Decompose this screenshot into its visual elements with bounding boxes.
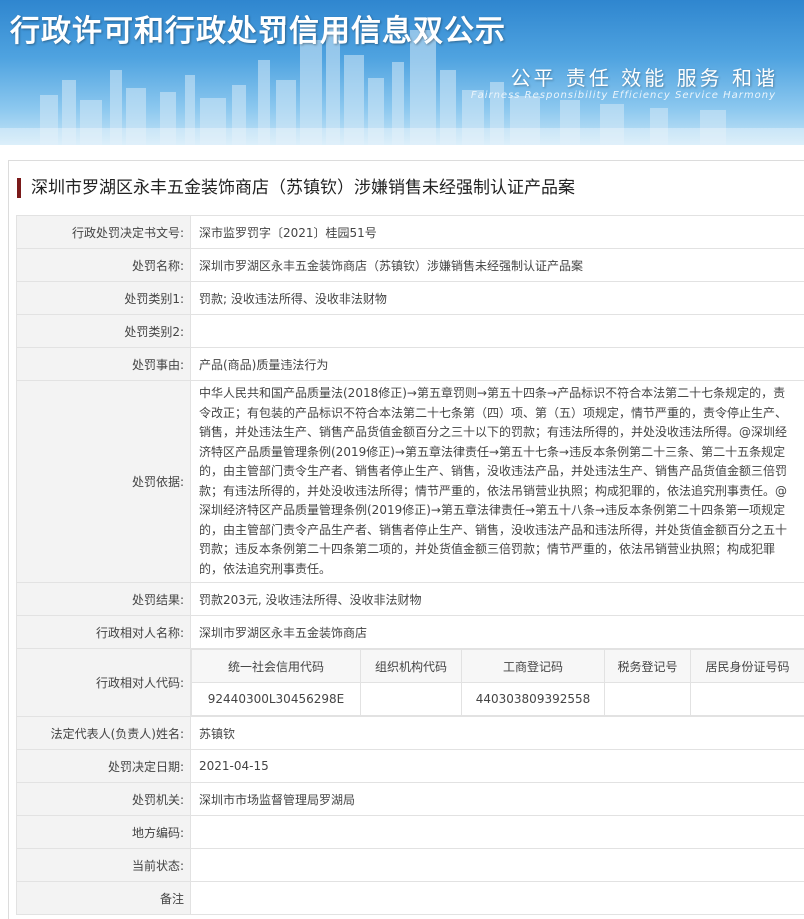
status-value (191, 849, 804, 882)
authority-label: 处罚机关: (17, 783, 191, 816)
uscc-value: 92440300L30456298E (192, 683, 361, 716)
decision-no-value: 深市监罗罚字〔2021〕桂园51号 (191, 216, 804, 249)
table-row: 地方编码: (17, 816, 804, 849)
table-row: 处罚决定日期: 2021-04-15 (17, 750, 804, 783)
result-label: 处罚结果: (17, 583, 191, 616)
party-code-cell: 统一社会信用代码 组织机构代码 工商登记码 税务登记号 居民身份证号码 9244… (191, 649, 804, 717)
table-row: 行政相对人代码: 统一社会信用代码 组织机构代码 工商登记码 税务登记号 居民身… (17, 649, 804, 717)
table-row: 法定代表人(负责人)姓名: 苏镇钦 (17, 717, 804, 750)
category2-value (191, 315, 804, 348)
cause-label: 处罚事由: (17, 348, 191, 381)
table-row: 处罚名称: 深圳市罗湖区永丰五金装饰商店（苏镇钦）涉嫌销售未经强制认证产品案 (17, 249, 804, 282)
tax-reg-header: 税务登记号 (605, 650, 691, 683)
case-detail-panel: 深圳市罗湖区永丰五金装饰商店（苏镇钦）涉嫌销售未经强制认证产品案 行政处罚决定书… (8, 160, 804, 919)
status-label: 当前状态: (17, 849, 191, 882)
cause-value: 产品(商品)质量违法行为 (191, 348, 804, 381)
biz-reg-header: 工商登记码 (462, 650, 605, 683)
party-code-label: 行政相对人代码: (17, 649, 191, 717)
table-row: 备注 (17, 882, 804, 915)
table-row: 处罚类别1: 罚款; 没收违法所得、没收非法财物 (17, 282, 804, 315)
header-banner: 行政许可和行政处罚信用信息双公示 公平 责任 效能 服务 和谐 Fairness… (0, 0, 804, 145)
banner-slogan-english: Fairness Responsibility Efficiency Servi… (471, 90, 776, 101)
basis-label: 处罚依据: (17, 381, 191, 583)
id-no-value (691, 683, 804, 716)
party-name-label: 行政相对人名称: (17, 616, 191, 649)
category2-label: 处罚类别2: (17, 315, 191, 348)
remark-value (191, 882, 804, 915)
decision-date-value: 2021-04-15 (191, 750, 804, 783)
table-row: 当前状态: (17, 849, 804, 882)
legal-rep-label: 法定代表人(负责人)姓名: (17, 717, 191, 750)
table-row: 处罚依据: 中华人民共和国产品质量法(2018修正)→第五章罚则→第五十四条→产… (17, 381, 804, 583)
decision-no-label: 行政处罚决定书文号: (17, 216, 191, 249)
table-row: 处罚类别2: (17, 315, 804, 348)
org-code-value (361, 683, 462, 716)
category1-value: 罚款; 没收违法所得、没收非法财物 (191, 282, 804, 315)
tax-reg-value (605, 683, 691, 716)
region-code-value (191, 816, 804, 849)
authority-value: 深圳市市场监督管理局罗湖局 (191, 783, 804, 816)
biz-reg-value: 440303809392558 (462, 683, 605, 716)
remark-label: 备注 (17, 882, 191, 915)
category1-label: 处罚类别1: (17, 282, 191, 315)
banner-slogan: 公平 责任 效能 服务 和谐 (511, 62, 778, 91)
party-codes-table: 统一社会信用代码 组织机构代码 工商登记码 税务登记号 居民身份证号码 9244… (191, 649, 804, 716)
decision-date-label: 处罚决定日期: (17, 750, 191, 783)
table-row: 处罚结果: 罚款203元, 没收违法所得、没收非法财物 (17, 583, 804, 616)
banner-title: 行政许可和行政处罚信用信息双公示 (10, 6, 506, 50)
uscc-header: 统一社会信用代码 (192, 650, 361, 683)
table-row: 行政处罚决定书文号: 深市监罗罚字〔2021〕桂园51号 (17, 216, 804, 249)
penalty-name-label: 处罚名称: (17, 249, 191, 282)
basis-value: 中华人民共和国产品质量法(2018修正)→第五章罚则→第五十四条→产品标识不符合… (191, 381, 804, 583)
id-no-header: 居民身份证号码 (691, 650, 804, 683)
table-row: 处罚事由: 产品(商品)质量违法行为 (17, 348, 804, 381)
legal-rep-value: 苏镇钦 (191, 717, 804, 750)
codes-value-row: 92440300L30456298E 440303809392558 (192, 683, 804, 716)
table-row: 行政相对人名称: 深圳市罗湖区永丰五金装饰商店 (17, 616, 804, 649)
case-title: 深圳市罗湖区永丰五金装饰商店（苏镇钦）涉嫌销售未经强制认证产品案 (17, 178, 575, 198)
case-info-table: 行政处罚决定书文号: 深市监罗罚字〔2021〕桂园51号 处罚名称: 深圳市罗湖… (16, 215, 804, 915)
penalty-name-value: 深圳市罗湖区永丰五金装饰商店（苏镇钦）涉嫌销售未经强制认证产品案 (191, 249, 804, 282)
result-value: 罚款203元, 没收违法所得、没收非法财物 (191, 583, 804, 616)
codes-header-row: 统一社会信用代码 组织机构代码 工商登记码 税务登记号 居民身份证号码 (192, 650, 804, 683)
region-code-label: 地方编码: (17, 816, 191, 849)
org-code-header: 组织机构代码 (361, 650, 462, 683)
party-name-value: 深圳市罗湖区永丰五金装饰商店 (191, 616, 804, 649)
table-row: 处罚机关: 深圳市市场监督管理局罗湖局 (17, 783, 804, 816)
